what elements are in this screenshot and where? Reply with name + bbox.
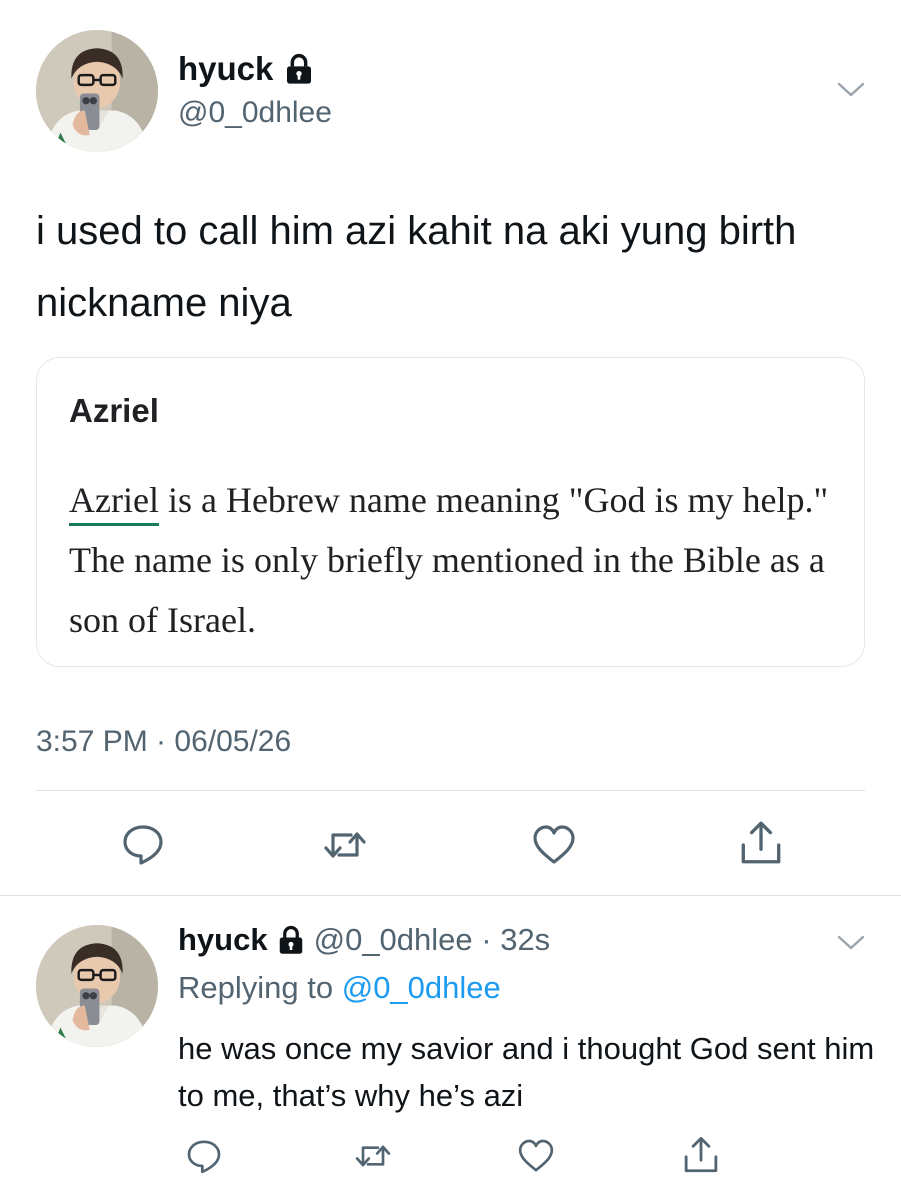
lock-icon <box>283 53 315 85</box>
reply-icon <box>184 1136 224 1176</box>
like-button[interactable] <box>515 1136 557 1176</box>
replying-to: Replying to @0_0dhlee <box>178 970 501 1006</box>
reply-header: hyuck @0_0dhlee · 32s <box>178 922 550 958</box>
share-button[interactable] <box>736 818 786 868</box>
tweet-timestamp[interactable]: 3:57 PM · 06/05/26 <box>36 725 291 759</box>
like-icon <box>529 821 579 869</box>
card-body: Azriel is a Hebrew name meaning "God is … <box>69 470 839 650</box>
share-icon <box>680 1134 722 1176</box>
link-card[interactable]: Azriel Azriel is a Hebrew name meaning "… <box>36 357 865 667</box>
avatar[interactable] <box>36 30 158 152</box>
reply-text: he was once my savior and i thought God … <box>178 1031 875 1113</box>
chevron-down-icon[interactable] <box>836 80 866 100</box>
chevron-down-icon[interactable] <box>836 933 866 953</box>
reply-icon <box>119 820 167 868</box>
replying-to-handle[interactable]: @0_0dhlee <box>342 970 501 1005</box>
retweet-icon <box>320 821 370 869</box>
retweet-button[interactable] <box>352 1136 394 1176</box>
reply-button[interactable] <box>184 1136 224 1176</box>
replying-to-label: Replying to <box>178 970 342 1005</box>
display-name[interactable]: hyuck <box>178 50 315 88</box>
card-body-text: is a Hebrew name meaning "God is my help… <box>69 480 829 640</box>
card-link-word[interactable]: Azriel <box>69 480 159 526</box>
retweet-icon <box>352 1136 394 1176</box>
card-title: Azriel <box>69 392 159 429</box>
share-icon <box>736 818 786 868</box>
share-button[interactable] <box>680 1134 722 1176</box>
divider <box>36 790 865 791</box>
display-name-text[interactable]: hyuck <box>178 50 273 88</box>
handle[interactable]: @0_0dhlee <box>178 96 332 130</box>
retweet-button[interactable] <box>320 821 370 869</box>
reply-avatar[interactable] <box>36 925 158 1047</box>
tweet-text: i used to call him azi kahit na aki yung… <box>36 209 797 325</box>
divider <box>0 895 901 896</box>
like-icon <box>515 1136 557 1176</box>
lock-icon <box>276 925 306 955</box>
reply-button[interactable] <box>119 820 167 868</box>
reply-meta[interactable]: @0_0dhlee · 32s <box>314 922 551 958</box>
like-button[interactable] <box>529 821 579 869</box>
reply-display-name[interactable]: hyuck <box>178 922 268 958</box>
